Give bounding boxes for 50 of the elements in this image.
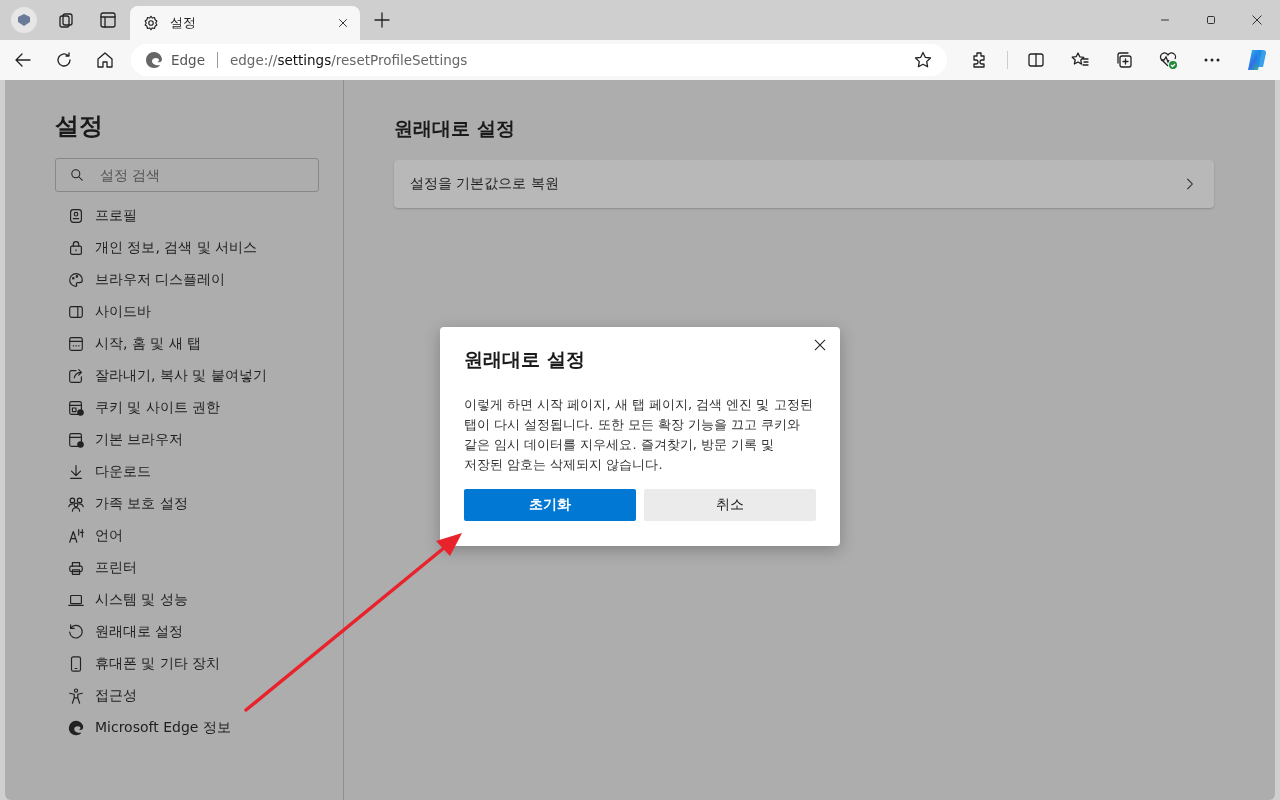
browser-tab[interactable]: 설정: [130, 6, 360, 40]
profile-card-icon: [67, 207, 85, 225]
lock-icon: [67, 239, 85, 257]
gear-icon: [142, 14, 160, 32]
language-icon: [67, 527, 85, 545]
sidebar-item[interactable]: 휴대폰 및 기타 장치: [55, 648, 343, 680]
cancel-button[interactable]: 취소: [644, 489, 816, 521]
sidebar-item[interactable]: 쿠키 및 사이트 권한: [55, 392, 343, 424]
profile-icon[interactable]: [8, 4, 40, 36]
site-label: Edge: [171, 52, 205, 68]
sidebar-item[interactable]: 프로필: [55, 200, 343, 232]
close-tab-icon: [336, 16, 350, 30]
sidebar-item[interactable]: 잘라내기, 복사 및 붙여넣기: [55, 360, 343, 392]
home-page-icon: [67, 335, 85, 353]
url-text: edge://settings/resetProfileSettings: [230, 52, 469, 68]
edge-logo-icon: [67, 719, 85, 737]
dialog-title: 원래대로 설정: [464, 347, 586, 372]
sidebar-item[interactable]: 접근성: [55, 680, 343, 712]
sidebar-item[interactable]: 다운로드: [55, 456, 343, 488]
close-icon: [812, 337, 828, 353]
reset-icon: [67, 623, 85, 641]
sidebar-item[interactable]: 언어: [55, 520, 343, 552]
sidebar-item[interactable]: 프린터: [55, 552, 343, 584]
palette-icon: [67, 271, 85, 289]
search-icon: [69, 167, 85, 183]
sidebar-item[interactable]: 원래대로 설정: [55, 616, 343, 648]
sidebar-item[interactable]: 시작, 홈 및 새 탭: [55, 328, 343, 360]
edge-logo-icon: [145, 51, 163, 69]
family-icon: [67, 495, 85, 513]
sidebar-item[interactable]: 시스템 및 성능: [55, 584, 343, 616]
accessibility-icon: [67, 687, 85, 705]
sidebar-item[interactable]: 사이드바: [55, 296, 343, 328]
printer-icon: [67, 559, 85, 577]
browser-check-icon: [67, 431, 85, 449]
sidebar-item[interactable]: Microsoft Edge 정보: [55, 712, 343, 744]
sidebar-item[interactable]: 기본 브라우저: [55, 424, 343, 456]
sidebar-item[interactable]: 브라우저 디스플레이: [55, 264, 343, 296]
cookie-settings-icon: [67, 399, 85, 417]
section-title: 원래대로 설정: [394, 116, 516, 141]
share-icon: [67, 367, 85, 385]
search-field[interactable]: 설정 검색: [55, 158, 319, 192]
download-icon: [67, 463, 85, 481]
settings-row[interactable]: 설정을 기본값으로 복원: [394, 160, 1214, 208]
address-bar[interactable]: Edge edge://settings/resetProfileSettings: [131, 44, 947, 76]
settings-title: 설정: [55, 111, 104, 142]
reset-button[interactable]: 초기화: [464, 489, 636, 521]
sidebar-item[interactable]: 개인 정보, 검색 및 서비스: [55, 232, 343, 264]
sidebar-icon: [67, 303, 85, 321]
sidebar-item[interactable]: 가족 보호 설정: [55, 488, 343, 520]
dialog-message: 이렇게 하면 시작 페이지, 새 탭 페이지, 검색 엔진 및 고정된 탭이 다시 설정됩니다. 또한 모든 확장 기능을 끄고 쿠키와 같은 임시 데이터를 지우세요. 즐겨찾기, 방문 기록 및 저장된 암호는 삭제되지 않습니다.: [464, 396, 814, 474]
